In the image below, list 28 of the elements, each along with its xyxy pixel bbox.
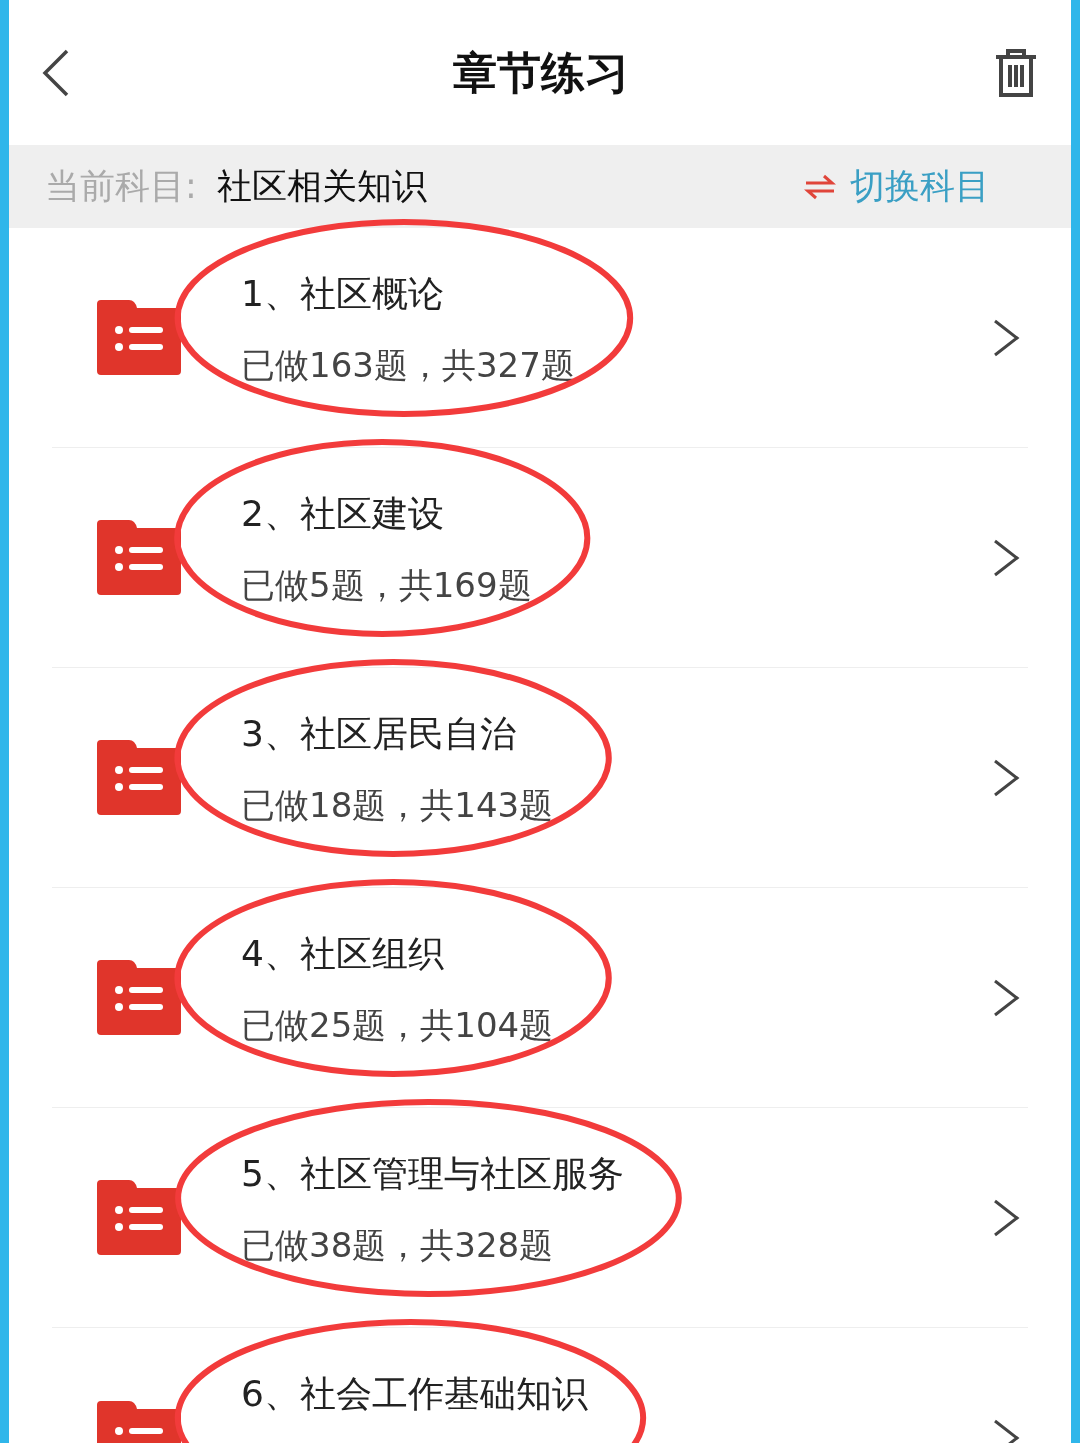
chapter-title: 6、社会工作基础知识 [241, 1376, 588, 1412]
chapter-title: 2、社区建设 [241, 496, 445, 532]
folder-list-icon [95, 960, 181, 1035]
folder-list-icon [95, 740, 181, 815]
trash-icon [994, 46, 1038, 99]
folder-list-icon [95, 520, 181, 595]
progress-text: 已做25题，共104题 [241, 1008, 554, 1042]
progress-text: 已做18题，共143题 [241, 788, 554, 822]
switch-subject-button[interactable]: 切换科目 [804, 160, 990, 213]
chapter-title: 5、社区管理与社区服务 [241, 1156, 624, 1192]
chevron-right-icon [992, 757, 1020, 798]
folder-list-icon [95, 1180, 181, 1255]
progress-text: 已做38题，共328题 [241, 1228, 555, 1262]
subject-label: 当前科目: [45, 165, 197, 209]
chapter-title: 3、社区居民自治 [241, 716, 517, 752]
swap-icon [804, 172, 836, 201]
current-subject: 社区相关知识 [216, 165, 427, 209]
chevron-right-icon [992, 1197, 1020, 1238]
progress-text: 已做5题，共169题 [241, 568, 532, 602]
chapter-title: 4、社区组织 [241, 936, 445, 972]
folder-list-icon [95, 300, 181, 375]
chevron-right-icon [992, 537, 1020, 578]
chevron-right-icon [992, 977, 1020, 1018]
chapter-title: 1、社区概论 [241, 276, 445, 312]
chevron-right-icon [992, 317, 1020, 358]
page-title: 章节练习 [452, 45, 630, 100]
progress-text: 已做163题，共327题 [241, 348, 575, 382]
back-icon [41, 47, 71, 98]
